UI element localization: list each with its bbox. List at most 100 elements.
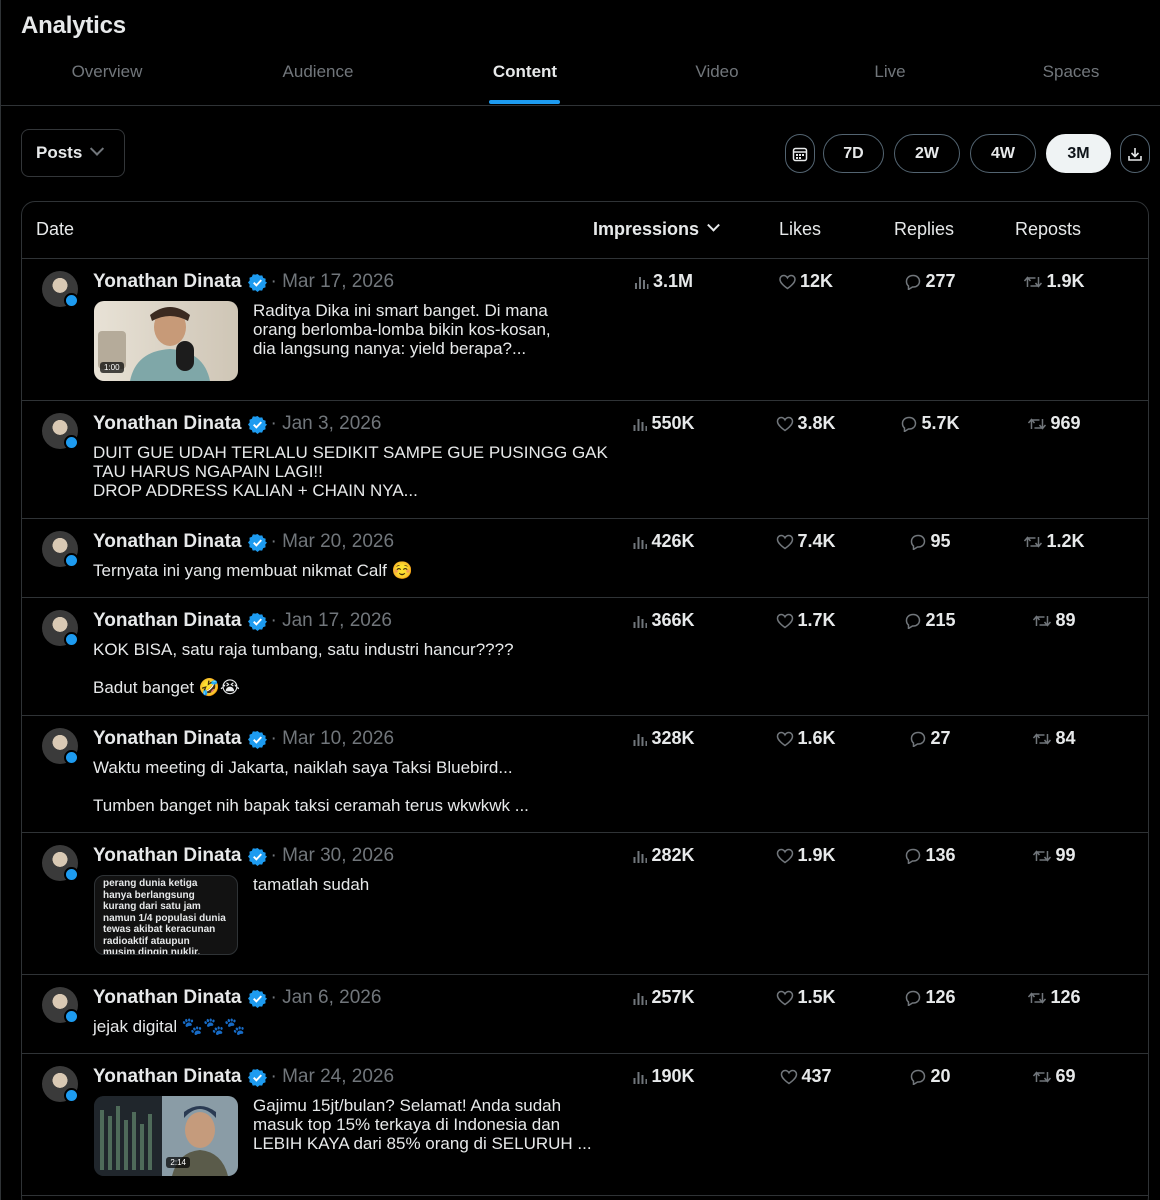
analytics-page: Analytics Overview Audience Content Vide… bbox=[0, 0, 1160, 1200]
column-header-date: Date bbox=[36, 219, 75, 239]
video-thumbnail[interactable]: 1:00 bbox=[94, 301, 238, 381]
impressions-chart-icon bbox=[634, 276, 649, 289]
author-name: Yonathan Dinata bbox=[93, 845, 242, 866]
impressions-count: 550K bbox=[651, 413, 695, 433]
impressions-chart-icon bbox=[633, 992, 647, 1005]
author-name: Yonathan Dinata bbox=[93, 413, 242, 434]
post-date: Mar 17, 2026 bbox=[282, 271, 395, 292]
calendar-button[interactable] bbox=[785, 134, 815, 173]
table-row[interactable]: Yonathan Dinata · Mar 17, 2026 1:00 Radi… bbox=[22, 259, 1148, 401]
impressions-count: 3.1M bbox=[652, 271, 694, 291]
reposts-value: 84 bbox=[1032, 728, 1076, 749]
impressions-chart-icon bbox=[633, 850, 647, 863]
impressions-value: 366K bbox=[631, 610, 695, 631]
reposts-count: 99 bbox=[1055, 845, 1076, 865]
video-duration: 2:14 bbox=[166, 1157, 190, 1168]
post-author: Yonathan Dinata · Mar 24, 2026 bbox=[93, 1066, 395, 1087]
replies-count: 136 bbox=[925, 845, 956, 865]
replies-value: 95 bbox=[909, 531, 951, 552]
reposts-value: 69 bbox=[1032, 1066, 1076, 1087]
author-name: Yonathan Dinata bbox=[93, 531, 242, 552]
tab-overview[interactable]: Overview bbox=[72, 62, 143, 82]
tab-live[interactable]: Live bbox=[874, 62, 905, 82]
author-name: Yonathan Dinata bbox=[93, 1066, 242, 1087]
video-duration: 1:00 bbox=[100, 362, 124, 373]
likes-count: 3.8K bbox=[797, 413, 836, 433]
tab-spaces[interactable]: Spaces bbox=[1043, 62, 1100, 82]
post-date: Mar 10, 2026 bbox=[282, 728, 395, 749]
avatar bbox=[42, 610, 79, 647]
range-2w-button[interactable]: 2W bbox=[894, 134, 960, 173]
tab-content[interactable]: Content bbox=[493, 62, 557, 82]
impressions-value: 282K bbox=[631, 845, 695, 866]
impressions-count: 257K bbox=[651, 987, 695, 1007]
range-3m-button[interactable]: 3M bbox=[1046, 134, 1111, 173]
column-header-impressions[interactable]: Impressions bbox=[593, 218, 720, 240]
impressions-chart-icon bbox=[633, 615, 647, 628]
reposts-value: 1.9K bbox=[1023, 271, 1085, 292]
post-text: Waktu meeting di Jakarta, naiklah saya T… bbox=[93, 758, 529, 815]
verified-badge-icon bbox=[247, 612, 267, 631]
post-text: Gajimu 15jt/bulan? Selamat! Anda sudah m… bbox=[253, 1096, 592, 1153]
impressions-chart-icon bbox=[633, 733, 647, 746]
repost-icon bbox=[1023, 275, 1043, 288]
likes-count: 437 bbox=[801, 1066, 832, 1086]
likes-value: 437 bbox=[780, 1066, 832, 1087]
table-row[interactable]: Yonathan Dinata · Mar 24, 2026 2:14 Gaji… bbox=[22, 1054, 1148, 1196]
post-date: Mar 24, 2026 bbox=[282, 1066, 395, 1087]
post-text: tamatlah sudah bbox=[253, 875, 370, 894]
reposts-count: 1.9K bbox=[1046, 271, 1085, 291]
repost-icon bbox=[1023, 535, 1043, 548]
verified-badge-icon bbox=[247, 533, 267, 552]
verified-badge-icon bbox=[247, 273, 267, 292]
table-row[interactable]: Yonathan Dinata · Mar 20, 2026 Ternyata … bbox=[22, 519, 1148, 598]
download-button[interactable] bbox=[1120, 134, 1150, 173]
replies-count: 5.7K bbox=[921, 413, 960, 433]
verified-badge-icon bbox=[247, 415, 267, 434]
page-title: Analytics bbox=[21, 12, 126, 39]
reply-bubble-icon bbox=[905, 274, 921, 290]
table-row[interactable]: Yonathan Dinata · Mar 10, 2026 Waktu mee… bbox=[22, 716, 1148, 833]
table-row[interactable]: Yonathan Dinata · Jan 17, 2026 KOK BISA,… bbox=[22, 598, 1148, 716]
reposts-value: 99 bbox=[1032, 845, 1076, 866]
post-date: Jan 17, 2026 bbox=[282, 610, 392, 631]
heart-icon bbox=[780, 1069, 798, 1084]
impressions-count: 366K bbox=[651, 610, 695, 630]
table-row[interactable]: Yonathan Dinata · Mar 30, 2026 perang du… bbox=[22, 833, 1148, 975]
reply-bubble-icon bbox=[901, 416, 917, 432]
impressions-value: 426K bbox=[631, 531, 695, 552]
replies-value: 136 bbox=[904, 845, 956, 866]
heart-icon bbox=[776, 848, 794, 863]
impressions-count: 190K bbox=[651, 1066, 695, 1086]
table-row[interactable]: Yonathan Dinata · Jan 3, 2026 DUIT GUE U… bbox=[22, 401, 1148, 519]
heart-icon bbox=[779, 274, 796, 289]
calendar-icon bbox=[792, 147, 808, 161]
impressions-count: 426K bbox=[651, 531, 695, 551]
author-name: Yonathan Dinata bbox=[93, 987, 242, 1008]
likes-count: 12K bbox=[799, 271, 834, 291]
reply-bubble-icon bbox=[910, 534, 926, 550]
replies-count: 215 bbox=[925, 610, 956, 630]
repost-icon bbox=[1027, 991, 1047, 1004]
post-date: Jan 3, 2026 bbox=[282, 413, 382, 434]
tab-audience[interactable]: Audience bbox=[283, 62, 354, 82]
replies-count: 277 bbox=[925, 271, 956, 291]
video-thumbnail[interactable]: 2:14 bbox=[94, 1096, 238, 1176]
posts-dropdown[interactable]: Posts bbox=[21, 129, 125, 177]
post-author: Yonathan Dinata · Jan 3, 2026 bbox=[93, 413, 382, 434]
tab-video[interactable]: Video bbox=[695, 62, 738, 82]
post-author: Yonathan Dinata · Mar 30, 2026 bbox=[93, 845, 395, 866]
column-header-replies: Replies bbox=[893, 219, 955, 239]
replies-count: 95 bbox=[930, 531, 951, 551]
post-author: Yonathan Dinata · Mar 17, 2026 bbox=[93, 271, 395, 292]
table-row[interactable]: Yonathan Dinata · Jan 6, 2026 jejak digi… bbox=[22, 975, 1148, 1054]
image-thumbnail[interactable]: perang dunia ketiga hanya berlangsung ku… bbox=[94, 875, 238, 955]
post-text: jejak digital 🐾🐾🐾 bbox=[93, 1017, 246, 1036]
verified-badge-icon bbox=[247, 1068, 267, 1087]
range-4w-button[interactable]: 4W bbox=[970, 134, 1036, 173]
range-7d-button[interactable]: 7D bbox=[823, 134, 884, 173]
author-name: Yonathan Dinata bbox=[93, 271, 242, 292]
likes-count: 1.5K bbox=[797, 987, 836, 1007]
likes-value: 1.6K bbox=[776, 728, 836, 749]
impressions-chart-icon bbox=[633, 1071, 647, 1084]
